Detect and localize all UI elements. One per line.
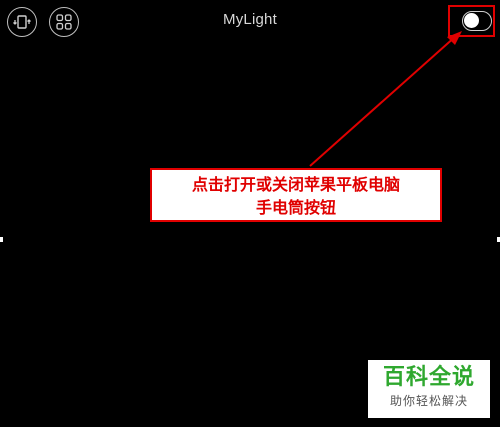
highlight-box <box>448 5 495 37</box>
callout-line-2: 手电筒按钮 <box>255 198 336 217</box>
flashlight-app: MyLight 点击打开或关闭苹果平板电脑 手电筒按钮 百科全说 助你轻松解决 <box>0 0 500 427</box>
watermark-logo: 百科全说 助你轻松解决 <box>368 360 490 418</box>
watermark-main-text: 百科全说 <box>382 365 475 390</box>
app-title: MyLight <box>223 11 277 28</box>
callout-line-1: 点击打开或关闭苹果平板电脑 <box>191 175 400 194</box>
left-edge-marker <box>0 237 3 242</box>
top-bar: MyLight <box>0 0 500 46</box>
watermark-sub-text: 助你轻松解决 <box>389 394 468 408</box>
annotation-callout: 点击打开或关闭苹果平板电脑 手电筒按钮 <box>150 168 442 222</box>
